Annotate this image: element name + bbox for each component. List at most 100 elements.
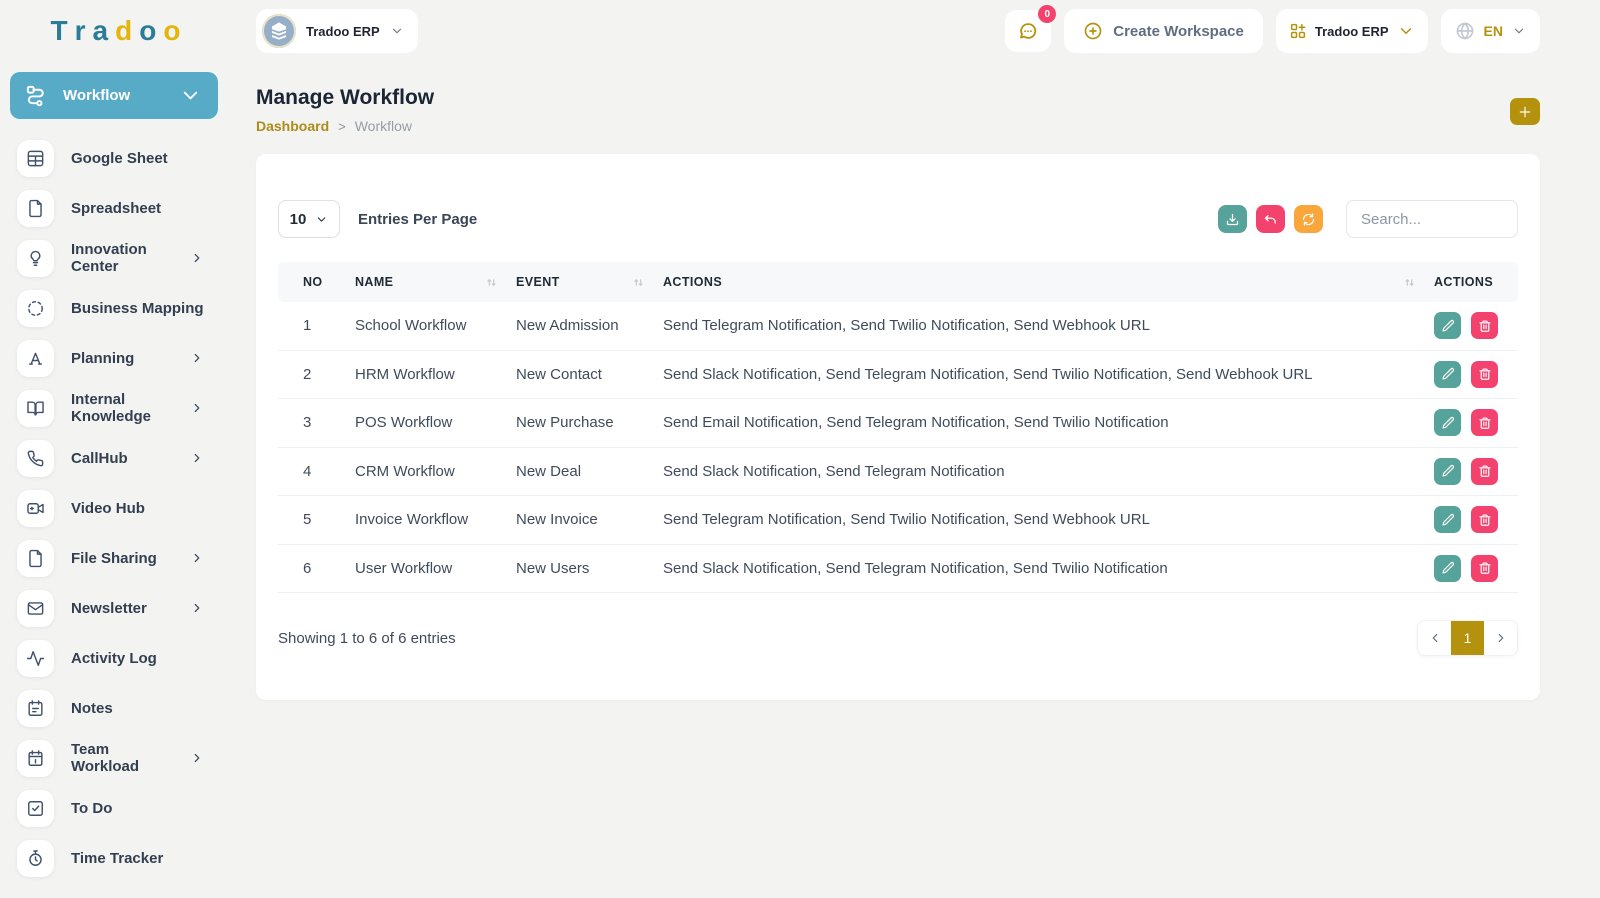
- edit-button[interactable]: [1434, 361, 1461, 388]
- undo-button[interactable]: [1256, 205, 1285, 233]
- sidebar-item-business-mapping[interactable]: Business Mapping: [0, 283, 228, 333]
- phone-icon: [26, 449, 45, 468]
- chat-button[interactable]: 0: [1005, 10, 1051, 52]
- row-action-buttons: [1422, 458, 1518, 485]
- sidebar-item-label: Internal Knowledge: [71, 391, 173, 425]
- row-actions-text: Send Telegram Notification, Send Twilio …: [663, 317, 1422, 334]
- edit-button[interactable]: [1434, 506, 1461, 533]
- chevron-down-icon: [390, 24, 404, 38]
- chevron-right-icon: [190, 551, 204, 565]
- workflow-table: NO NAME EVENT ACTIONS ACTIONS 1School Wo…: [278, 262, 1518, 593]
- edit-button[interactable]: [1434, 555, 1461, 582]
- edit-button[interactable]: [1434, 312, 1461, 339]
- delete-button[interactable]: [1471, 361, 1498, 388]
- building-icon: [266, 18, 292, 44]
- language-selector[interactable]: EN: [1441, 9, 1540, 53]
- sidebar-item-spreadsheet[interactable]: Spreadsheet: [0, 183, 228, 233]
- edit-button[interactable]: [1434, 409, 1461, 436]
- sidebar-item-workflow[interactable]: Workflow: [10, 72, 218, 119]
- add-workflow-button[interactable]: [1510, 98, 1540, 125]
- row-event: New Users: [516, 560, 663, 577]
- table-row: 2HRM WorkflowNew ContactSend Slack Notif…: [278, 351, 1518, 400]
- row-event: New Contact: [516, 366, 663, 383]
- row-actions-text: Send Telegram Notification, Send Twilio …: [663, 511, 1422, 528]
- sidebar-item-internal-knowledge[interactable]: Internal Knowledge: [0, 383, 228, 433]
- globe-icon: [1455, 21, 1475, 41]
- breadcrumb-dashboard[interactable]: Dashboard: [256, 118, 329, 134]
- pagination-prev-button[interactable]: [1418, 621, 1451, 655]
- pencil-icon: [1441, 464, 1455, 478]
- chevron-down-icon: [1397, 22, 1415, 40]
- export-button[interactable]: [1218, 205, 1247, 233]
- delete-button[interactable]: [1471, 458, 1498, 485]
- bulb-icon: [26, 249, 45, 268]
- row-actions-text: Send Slack Notification, Send Telegram N…: [663, 560, 1422, 577]
- row-action-buttons: [1422, 555, 1518, 582]
- chevron-down-icon: [1512, 24, 1526, 38]
- undo-icon: [1263, 212, 1278, 227]
- workspace-switcher[interactable]: Tradoo ERP: [1276, 9, 1428, 53]
- row-no: 1: [278, 317, 355, 334]
- breadcrumb-current: Workflow: [355, 118, 412, 134]
- download-icon: [1225, 212, 1240, 227]
- sidebar-item-to-do[interactable]: To Do: [0, 783, 228, 833]
- workspace-avatar: [262, 14, 296, 48]
- row-no: 4: [278, 463, 355, 480]
- sidebar-item-google-sheet[interactable]: Google Sheet: [0, 133, 228, 183]
- sidebar-item-video-hub[interactable]: Video Hub: [0, 483, 228, 533]
- delete-button[interactable]: [1471, 312, 1498, 339]
- table-row: 1School WorkflowNew AdmissionSend Telegr…: [278, 302, 1518, 351]
- entries-per-page-select[interactable]: 10: [278, 200, 340, 238]
- workspace-selector[interactable]: Tradoo ERP: [256, 9, 418, 53]
- page-title: Manage Workflow: [256, 86, 434, 110]
- workspace-switcher-label: Tradoo ERP: [1315, 24, 1389, 39]
- sidebar-item-activity-log[interactable]: Activity Log: [0, 633, 228, 683]
- breadcrumb: Dashboard > Workflow: [256, 118, 434, 134]
- create-workspace-label: Create Workspace: [1113, 23, 1244, 40]
- pagination-page-1[interactable]: 1: [1451, 621, 1484, 655]
- check-square-icon: [26, 799, 45, 818]
- sidebar-item-innovation-center[interactable]: Innovation Center: [0, 233, 228, 283]
- breadcrumb-separator: >: [338, 119, 346, 134]
- logo[interactable]: Tradoo: [0, 0, 228, 62]
- calendar-note-icon: [26, 699, 45, 718]
- pagination-next-button[interactable]: [1484, 621, 1517, 655]
- sidebar-item-time-tracker[interactable]: Time Tracker: [0, 833, 228, 883]
- sort-icon[interactable]: [1403, 276, 1416, 289]
- language-label: EN: [1484, 23, 1503, 39]
- sidebar: Tradoo Workflow Google SheetSpreadsheetI…: [0, 0, 228, 898]
- sidebar-item-newsletter[interactable]: Newsletter: [0, 583, 228, 633]
- sidebar-item-callhub[interactable]: CallHub: [0, 433, 228, 483]
- delete-button[interactable]: [1471, 555, 1498, 582]
- clock-icon: [26, 849, 45, 868]
- header-no: NO: [278, 275, 355, 289]
- sidebar-item-team-workload[interactable]: Team Workload: [0, 733, 228, 783]
- topbar: Tradoo ERP 0 Create Workspace Tradoo ERP…: [256, 8, 1540, 54]
- sort-icon[interactable]: [485, 276, 498, 289]
- search-input[interactable]: [1346, 200, 1518, 238]
- sidebar-item-label: Newsletter: [71, 600, 173, 617]
- chevron-right-icon: [190, 451, 204, 465]
- table-row: 5Invoice WorkflowNew InvoiceSend Telegra…: [278, 496, 1518, 545]
- chevron-right-icon: [1494, 631, 1508, 645]
- sidebar-item-planning[interactable]: Planning: [0, 333, 228, 383]
- sidebar-item-label: File Sharing: [71, 550, 173, 567]
- dashed-circle-icon: [26, 299, 45, 318]
- row-name: POS Workflow: [355, 414, 516, 431]
- delete-button[interactable]: [1471, 409, 1498, 436]
- sidebar-item-label: Business Mapping: [71, 300, 204, 317]
- book-icon: [26, 399, 45, 418]
- create-workspace-button[interactable]: Create Workspace: [1064, 9, 1263, 53]
- sidebar-item-file-sharing[interactable]: File Sharing: [0, 533, 228, 583]
- edit-button[interactable]: [1434, 458, 1461, 485]
- chevron-left-icon: [1428, 631, 1442, 645]
- header-row-actions: ACTIONS: [1422, 275, 1518, 289]
- refresh-button[interactable]: [1294, 205, 1323, 233]
- sidebar-item-notes[interactable]: Notes: [0, 683, 228, 733]
- chevron-down-icon: [179, 84, 202, 107]
- table-header: NO NAME EVENT ACTIONS ACTIONS: [278, 262, 1518, 302]
- chevron-down-icon: [315, 213, 328, 226]
- header-event: EVENT: [516, 275, 663, 289]
- sort-icon[interactable]: [632, 276, 645, 289]
- delete-button[interactable]: [1471, 506, 1498, 533]
